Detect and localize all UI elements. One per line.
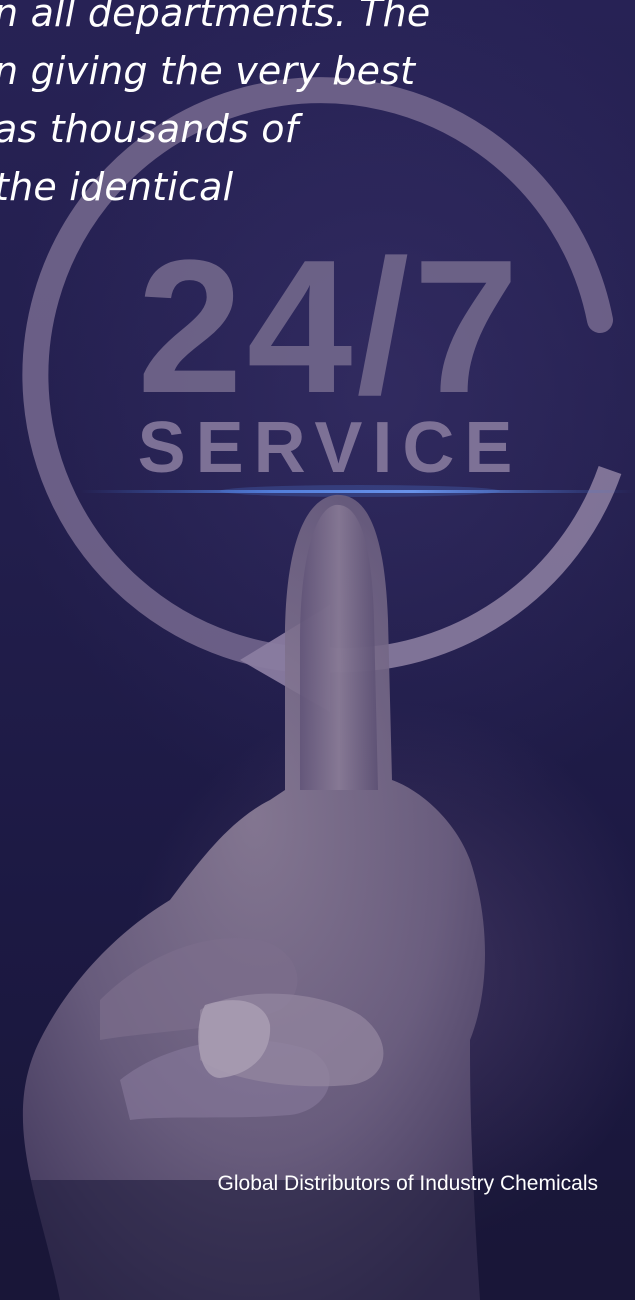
- quote-line: the identical: [0, 165, 234, 209]
- hero-quote-text: n all departments. The n giving the very…: [0, 0, 634, 216]
- company-tagline: Global Distributors of Industry Chemical…: [217, 1172, 598, 1195]
- quote-line: n all departments. The: [0, 0, 431, 35]
- service-graphic-number: 24/7: [137, 221, 523, 433]
- hero-section: 24/7 SERVICE n all departments. The n gi…: [0, 0, 635, 1300]
- service-graphic-label: SERVICE: [138, 408, 523, 488]
- quote-line: as thousands of: [0, 107, 299, 151]
- quote-line: n giving the very best: [0, 49, 416, 93]
